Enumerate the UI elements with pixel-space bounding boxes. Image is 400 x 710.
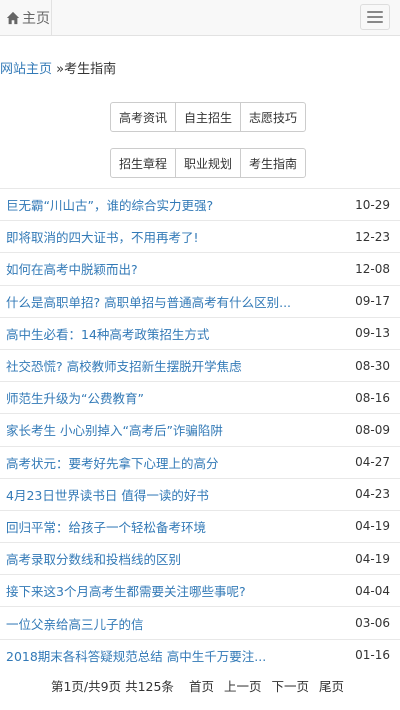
home-link[interactable]: 主页 [0,0,52,36]
hamburger-icon-bar [367,11,383,13]
hamburger-icon-bar [367,21,383,23]
article-title[interactable]: 一位父亲给高三儿子的信 [6,614,144,633]
list-item[interactable]: 巨无霸“川山古”，谁的综合实力更强? 10-29 [0,188,400,220]
article-title[interactable]: 高考录取分数线和投档线的区别 [6,549,181,568]
last-page-link[interactable]: 尾页 [319,679,344,694]
top-navbar: 主页 [0,0,400,36]
article-date: 12-23 [355,229,390,244]
list-item[interactable]: 高考录取分数线和投档线的区别 04-19 [0,542,400,574]
breadcrumb-site-home[interactable]: 网站主页 [0,62,52,77]
article-date: 08-30 [355,358,390,373]
article-date: 04-19 [355,551,390,566]
category-button[interactable]: 招生章程 [110,148,177,178]
list-item[interactable]: 接下来这3个月高考生都需要关注哪些事呢? 04-04 [0,574,400,606]
article-date: 04-27 [355,455,390,470]
article-title[interactable]: 接下来这3个月高考生都需要关注哪些事呢? [6,581,246,600]
article-title[interactable]: 什么是高职单招? 高职单招与普通高考有什么区别... [6,292,291,311]
article-title[interactable]: 高考状元：要考好先拿下心理上的高分 [6,453,219,472]
article-date: 10-29 [355,197,390,212]
next-page-link[interactable]: 下一页 [271,679,309,694]
breadcrumb: 网站主页 »考生指南 [0,58,116,77]
article-date: 08-09 [355,422,390,437]
category-group-2: 招生章程 职业规划 考生指南 [110,148,307,178]
article-title[interactable]: 即将取消的四大证书，不用再考了! [6,227,199,246]
article-title[interactable]: 社交恐慌? 高校教师支招新生摆脱开学焦虑 [6,356,242,375]
article-title[interactable]: 4月23日世界读书日 值得一读的好书 [6,485,209,504]
pagination: 第1页/共9页 共125条 首页 上一页 下一页 尾页 [0,676,400,695]
article-title[interactable]: 如何在高考中脱颖而出? [6,259,138,278]
prev-page-link[interactable]: 上一页 [224,679,262,694]
article-title[interactable]: 家长考生 小心别掉入“高考后”诈骗陷阱 [6,420,223,439]
article-date: 04-23 [355,487,390,502]
article-date: 08-16 [355,390,390,405]
home-label: 主页 [22,11,50,27]
category-button[interactable]: 职业规划 [175,148,242,178]
list-item[interactable]: 4月23日世界读书日 值得一读的好书 04-23 [0,477,400,510]
article-date: 04-19 [355,519,390,534]
article-title[interactable]: 师范生升级为“公费教育” [6,388,144,407]
article-date: 03-06 [355,616,390,631]
article-title[interactable]: 2018期末各科答疑规范总结 高中生千万要注... [6,646,266,665]
category-button[interactable]: 高考资讯 [110,102,177,132]
list-item[interactable]: 一位父亲给高三儿子的信 03-06 [0,606,400,638]
list-item[interactable]: 师范生升级为“公费教育” 08-16 [0,381,400,413]
breadcrumb-separator: » [52,62,65,77]
page-info: 第1页/共9页 共125条 [50,679,174,694]
list-item[interactable]: 即将取消的四大证书，不用再考了! 12-23 [0,220,400,252]
article-title[interactable]: 巨无霸“川山古”，谁的综合实力更强? [6,195,213,214]
category-button[interactable]: 志愿技巧 [240,102,307,132]
article-date: 09-13 [355,326,390,341]
hamburger-icon-bar [367,16,383,18]
list-item[interactable]: 高中生必看：14种高考政策招生方式 09-13 [0,316,400,349]
menu-toggle-button[interactable] [360,4,390,30]
article-date: 09-17 [355,294,390,309]
category-button[interactable]: 考生指南 [240,148,307,178]
article-list: 巨无霸“川山古”，谁的综合实力更强? 10-29 即将取消的四大证书，不用再考了!… [0,188,400,671]
list-item[interactable]: 回归平常：给孩子一个轻松备考环境 04-19 [0,509,400,542]
article-title[interactable]: 回归平常：给孩子一个轻松备考环境 [6,517,206,536]
list-item[interactable]: 什么是高职单招? 高职单招与普通高考有什么区别... 09-17 [0,284,400,317]
article-date: 04-04 [355,583,390,598]
first-page-link[interactable]: 首页 [189,679,214,694]
list-item[interactable]: 家长考生 小心别掉入“高考后”诈骗陷阱 08-09 [0,413,400,445]
category-group-1: 高考资讯 自主招生 志愿技巧 [110,102,307,132]
article-title[interactable]: 高中生必看：14种高考政策招生方式 [6,324,209,343]
home-icon [6,11,20,25]
article-date: 12-08 [355,261,390,276]
list-item[interactable]: 高考状元：要考好先拿下心理上的高分 04-27 [0,445,400,478]
list-item[interactable]: 社交恐慌? 高校教师支招新生摆脱开学焦虑 08-30 [0,348,400,381]
list-item[interactable]: 2018期末各科答疑规范总结 高中生千万要注... 01-16 [0,638,400,671]
article-date: 01-16 [355,648,390,663]
breadcrumb-current: 考生指南 [64,62,117,77]
category-button[interactable]: 自主招生 [175,102,242,132]
list-item[interactable]: 如何在高考中脱颖而出? 12-08 [0,252,400,284]
